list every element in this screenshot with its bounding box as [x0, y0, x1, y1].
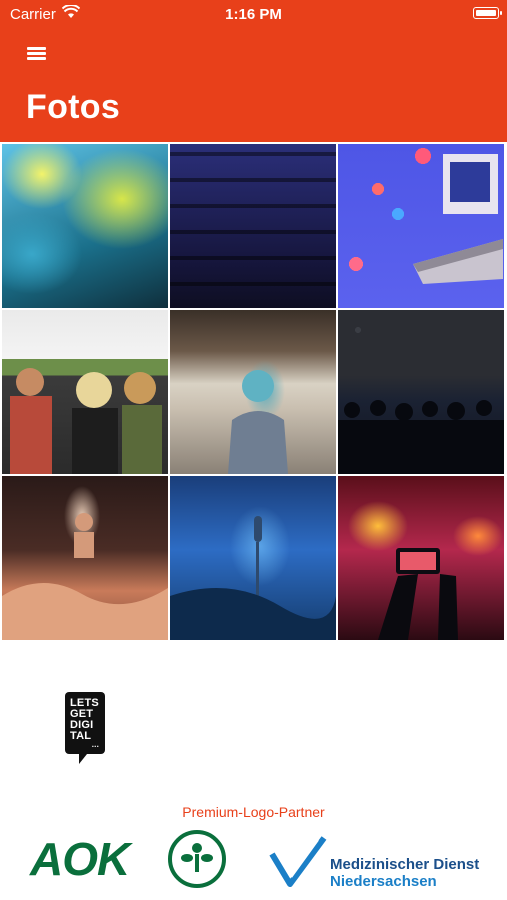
crowd-silhouette — [2, 513, 168, 640]
audience-heads — [338, 400, 504, 474]
photo-tile-virtual-stage[interactable] — [338, 144, 504, 308]
photo-tile-seated-audience[interactable] — [338, 310, 504, 474]
photo-tile-outdoor-festival[interactable] — [2, 310, 168, 474]
phone-silhouette — [378, 548, 458, 640]
partner-label: Premium-Logo-Partner — [182, 804, 325, 820]
photo-tile-phone-concert[interactable] — [338, 476, 504, 640]
stage-illustration — [413, 154, 503, 284]
photo-grid — [2, 144, 505, 644]
clock: 1:16 PM — [225, 6, 282, 23]
photo-tile-colour-festival[interactable] — [2, 144, 168, 308]
lets-get-digital-logo: LETS GET DIGI TAL ... — [65, 692, 105, 764]
aok-text: AOK — [30, 833, 130, 885]
medizinischer-dienst-checkmark-icon — [269, 836, 327, 887]
app-bar: Carrier 1:16 PM Fotos — [0, 0, 507, 142]
photo-tile-conference-chairs[interactable] — [170, 144, 336, 308]
festival-people — [10, 368, 162, 474]
status-bar: Carrier 1:16 PM — [0, 0, 507, 28]
photo-tile-concert-hands[interactable] — [2, 476, 168, 640]
battery-icon — [473, 7, 502, 19]
photo-tile-singer-microphone[interactable] — [170, 476, 336, 640]
page-title: Fotos — [26, 88, 121, 126]
speaker-figure — [228, 370, 288, 474]
photo-tile-speaker-hall[interactable] — [170, 310, 336, 474]
md-name-line2: Niedersachsen — [330, 873, 437, 890]
aok-logo: AOK — [30, 830, 230, 890]
tree-icon — [168, 830, 226, 888]
microphone-stand — [170, 516, 336, 640]
hamburger-menu-icon[interactable] — [27, 45, 49, 61]
md-name-line1: Medizinischer Dienst — [330, 856, 480, 873]
